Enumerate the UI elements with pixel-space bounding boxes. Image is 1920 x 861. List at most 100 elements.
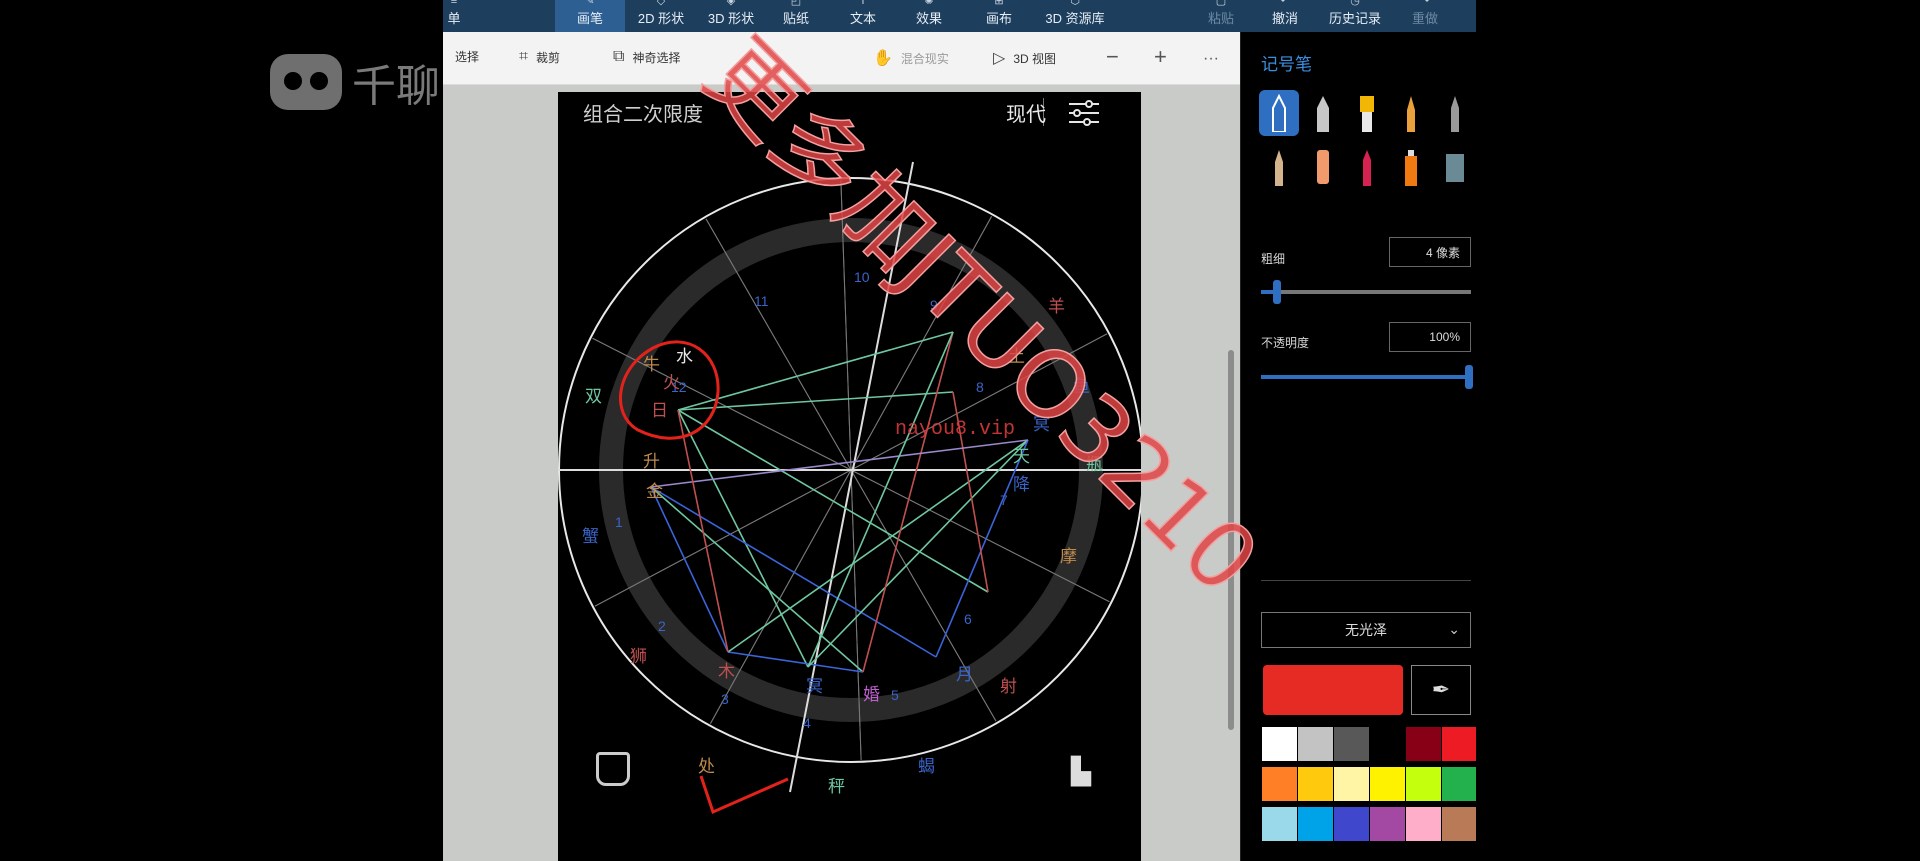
color-swatch[interactable] [1261, 806, 1301, 842]
house-number-label: 8 [976, 379, 984, 395]
opacity-input[interactable]: 100% [1389, 322, 1471, 352]
calligraphy-pen[interactable] [1303, 90, 1343, 136]
color-swatch[interactable] [1441, 726, 1476, 762]
3d-shape-icon: ◈ [726, 0, 736, 7]
tab-effects[interactable]: ✺ 效果 [909, 0, 949, 32]
aspect-line [650, 486, 937, 658]
aspect-line [677, 331, 954, 411]
eyedropper-button[interactable]: ✒ [1411, 665, 1471, 715]
astrology-chart: 123456789101112牛双蟹狮处秤蝎射摩瓶鱼羊水火日升金土冥天降木冥 婚月 [558, 161, 1141, 796]
planet-label: 月 [956, 665, 973, 684]
2d-shape-icon: ◇ [656, 0, 666, 7]
color-swatch[interactable] [1297, 806, 1337, 842]
tab-text[interactable]: T 文本 [843, 0, 883, 32]
planet-label: 水 [676, 347, 693, 366]
color-swatch[interactable] [1369, 806, 1409, 842]
undo-icon: ↶ [1280, 0, 1290, 7]
planet-label: 土 [1008, 347, 1025, 366]
house-number-label: 4 [803, 715, 811, 731]
select-button[interactable]: 选择 [455, 48, 479, 65]
paste-button[interactable]: ▢ 粘贴 [1201, 0, 1241, 32]
planet-label: 火 [663, 373, 680, 392]
zodiac-sign-label: 牛 [643, 355, 660, 374]
thickness-slider[interactable] [1261, 280, 1471, 304]
color-swatch[interactable] [1297, 766, 1337, 802]
redo-button[interactable]: ↷ 重做 [1405, 0, 1445, 32]
opacity-label: 不透明度 [1261, 336, 1310, 350]
zodiac-sign-label: 瓶 [1086, 455, 1103, 474]
oil-brush[interactable] [1347, 90, 1387, 136]
more-button[interactable]: ··· [1203, 50, 1219, 68]
sticker-icon: ◰ [790, 0, 802, 7]
tab-stickers[interactable]: ◰ 贴纸 [771, 0, 821, 32]
house-number-label: 11 [754, 293, 769, 309]
planet-label: 日 [651, 401, 668, 420]
planet-label: 冥 [1033, 415, 1050, 434]
thickness-input[interactable]: 4 像素 [1389, 237, 1471, 267]
color-swatch[interactable] [1405, 726, 1445, 762]
color-swatch[interactable] [1405, 806, 1445, 842]
house-number-label: 7 [1000, 492, 1008, 508]
marker-pen[interactable] [1259, 90, 1299, 136]
opacity-slider[interactable] [1261, 365, 1473, 389]
tab-2d-shapes[interactable]: ◇ 2D 形状 [631, 0, 691, 32]
vertical-scrollbar[interactable] [1228, 350, 1234, 730]
color-swatch[interactable] [1333, 806, 1373, 842]
tab-menu[interactable]: ≡ 单 [443, 0, 465, 32]
zoom-out-button[interactable]: − [1106, 44, 1119, 70]
house-number-label: 1 [615, 514, 623, 530]
qianliao-logo: 千聊 [270, 50, 440, 114]
3d-view-button[interactable]: ▷ 3D 视图 [993, 48, 1056, 68]
mixed-reality-button[interactable]: ✋ 混合现实 [873, 48, 949, 68]
brush-icon: ✎ [585, 0, 595, 7]
drawing-canvas[interactable]: 组合二次限度 现代 1 2 3 4 5 6 7 8 9 10 11 12 牛双蟹狮处秤蝎射摩瓶鱼羊水火日… [558, 92, 1141, 861]
color-swatch[interactable] [1297, 726, 1337, 762]
tab-3d-library[interactable]: ⬡ 3D 资源库 [1035, 0, 1115, 32]
magic-select-button[interactable]: ⧉ 神奇选择 [613, 48, 680, 66]
crayon[interactable] [1347, 144, 1387, 190]
selected-color-swatch[interactable] [1263, 665, 1403, 715]
history-button[interactable]: ◷ 历史记录 [1325, 0, 1385, 32]
shirt-icon [596, 752, 630, 786]
house-number-label: 2 [658, 618, 666, 634]
color-swatch[interactable] [1261, 726, 1301, 762]
effects-icon: ✺ [924, 0, 934, 7]
undo-button[interactable]: ↶ 撤消 [1265, 0, 1305, 32]
magic-select-icon: ⧉ [613, 48, 625, 65]
tab-brushes[interactable]: ✎ 画笔 [555, 0, 625, 32]
pixel-pen[interactable] [1435, 90, 1475, 136]
zodiac-sign-label: 蝎 [918, 757, 935, 776]
house-lines [558, 161, 1141, 793]
crop-button[interactable]: ⌗ 裁剪 [519, 48, 560, 66]
color-swatch[interactable] [1405, 766, 1445, 802]
logo-text: 千聊 [352, 62, 440, 111]
divider [1261, 580, 1471, 581]
zoom-in-button[interactable]: + [1154, 44, 1167, 70]
color-swatch[interactable] [1441, 766, 1476, 802]
house-number-label: 3 [721, 691, 729, 707]
pencil[interactable] [1259, 144, 1299, 190]
color-swatch[interactable] [1369, 766, 1409, 802]
color-swatch[interactable] [1369, 726, 1409, 762]
tab-canvas[interactable]: ⊞ 画布 [979, 0, 1019, 32]
tab-3d-shapes[interactable]: ◈ 3D 形状 [701, 0, 761, 32]
color-swatch[interactable] [1441, 806, 1476, 842]
planet-label: 木 [718, 662, 735, 681]
color-swatch[interactable] [1333, 726, 1373, 762]
aspect-line [677, 409, 729, 653]
color-swatch[interactable] [1333, 766, 1373, 802]
planet-label: 金 [646, 482, 663, 501]
eyedropper-icon: ✒ [1431, 677, 1451, 702]
menu-icon: ≡ [450, 0, 458, 7]
spray-can[interactable] [1391, 144, 1431, 190]
eraser[interactable] [1303, 144, 1343, 190]
texture-dropdown[interactable]: 无光泽 ⌄ [1261, 612, 1471, 648]
planet-label: 升 [643, 452, 660, 471]
fill-bucket[interactable] [1435, 144, 1475, 190]
house-number-label: 6 [964, 611, 972, 627]
watercolor-brush[interactable] [1391, 90, 1431, 136]
watermark-url: nayou8.vip [895, 418, 1016, 441]
color-swatch[interactable] [1261, 766, 1301, 802]
canvas-icon: ⊞ [994, 0, 1004, 7]
zodiac-sign-label: 秤 [828, 777, 845, 796]
